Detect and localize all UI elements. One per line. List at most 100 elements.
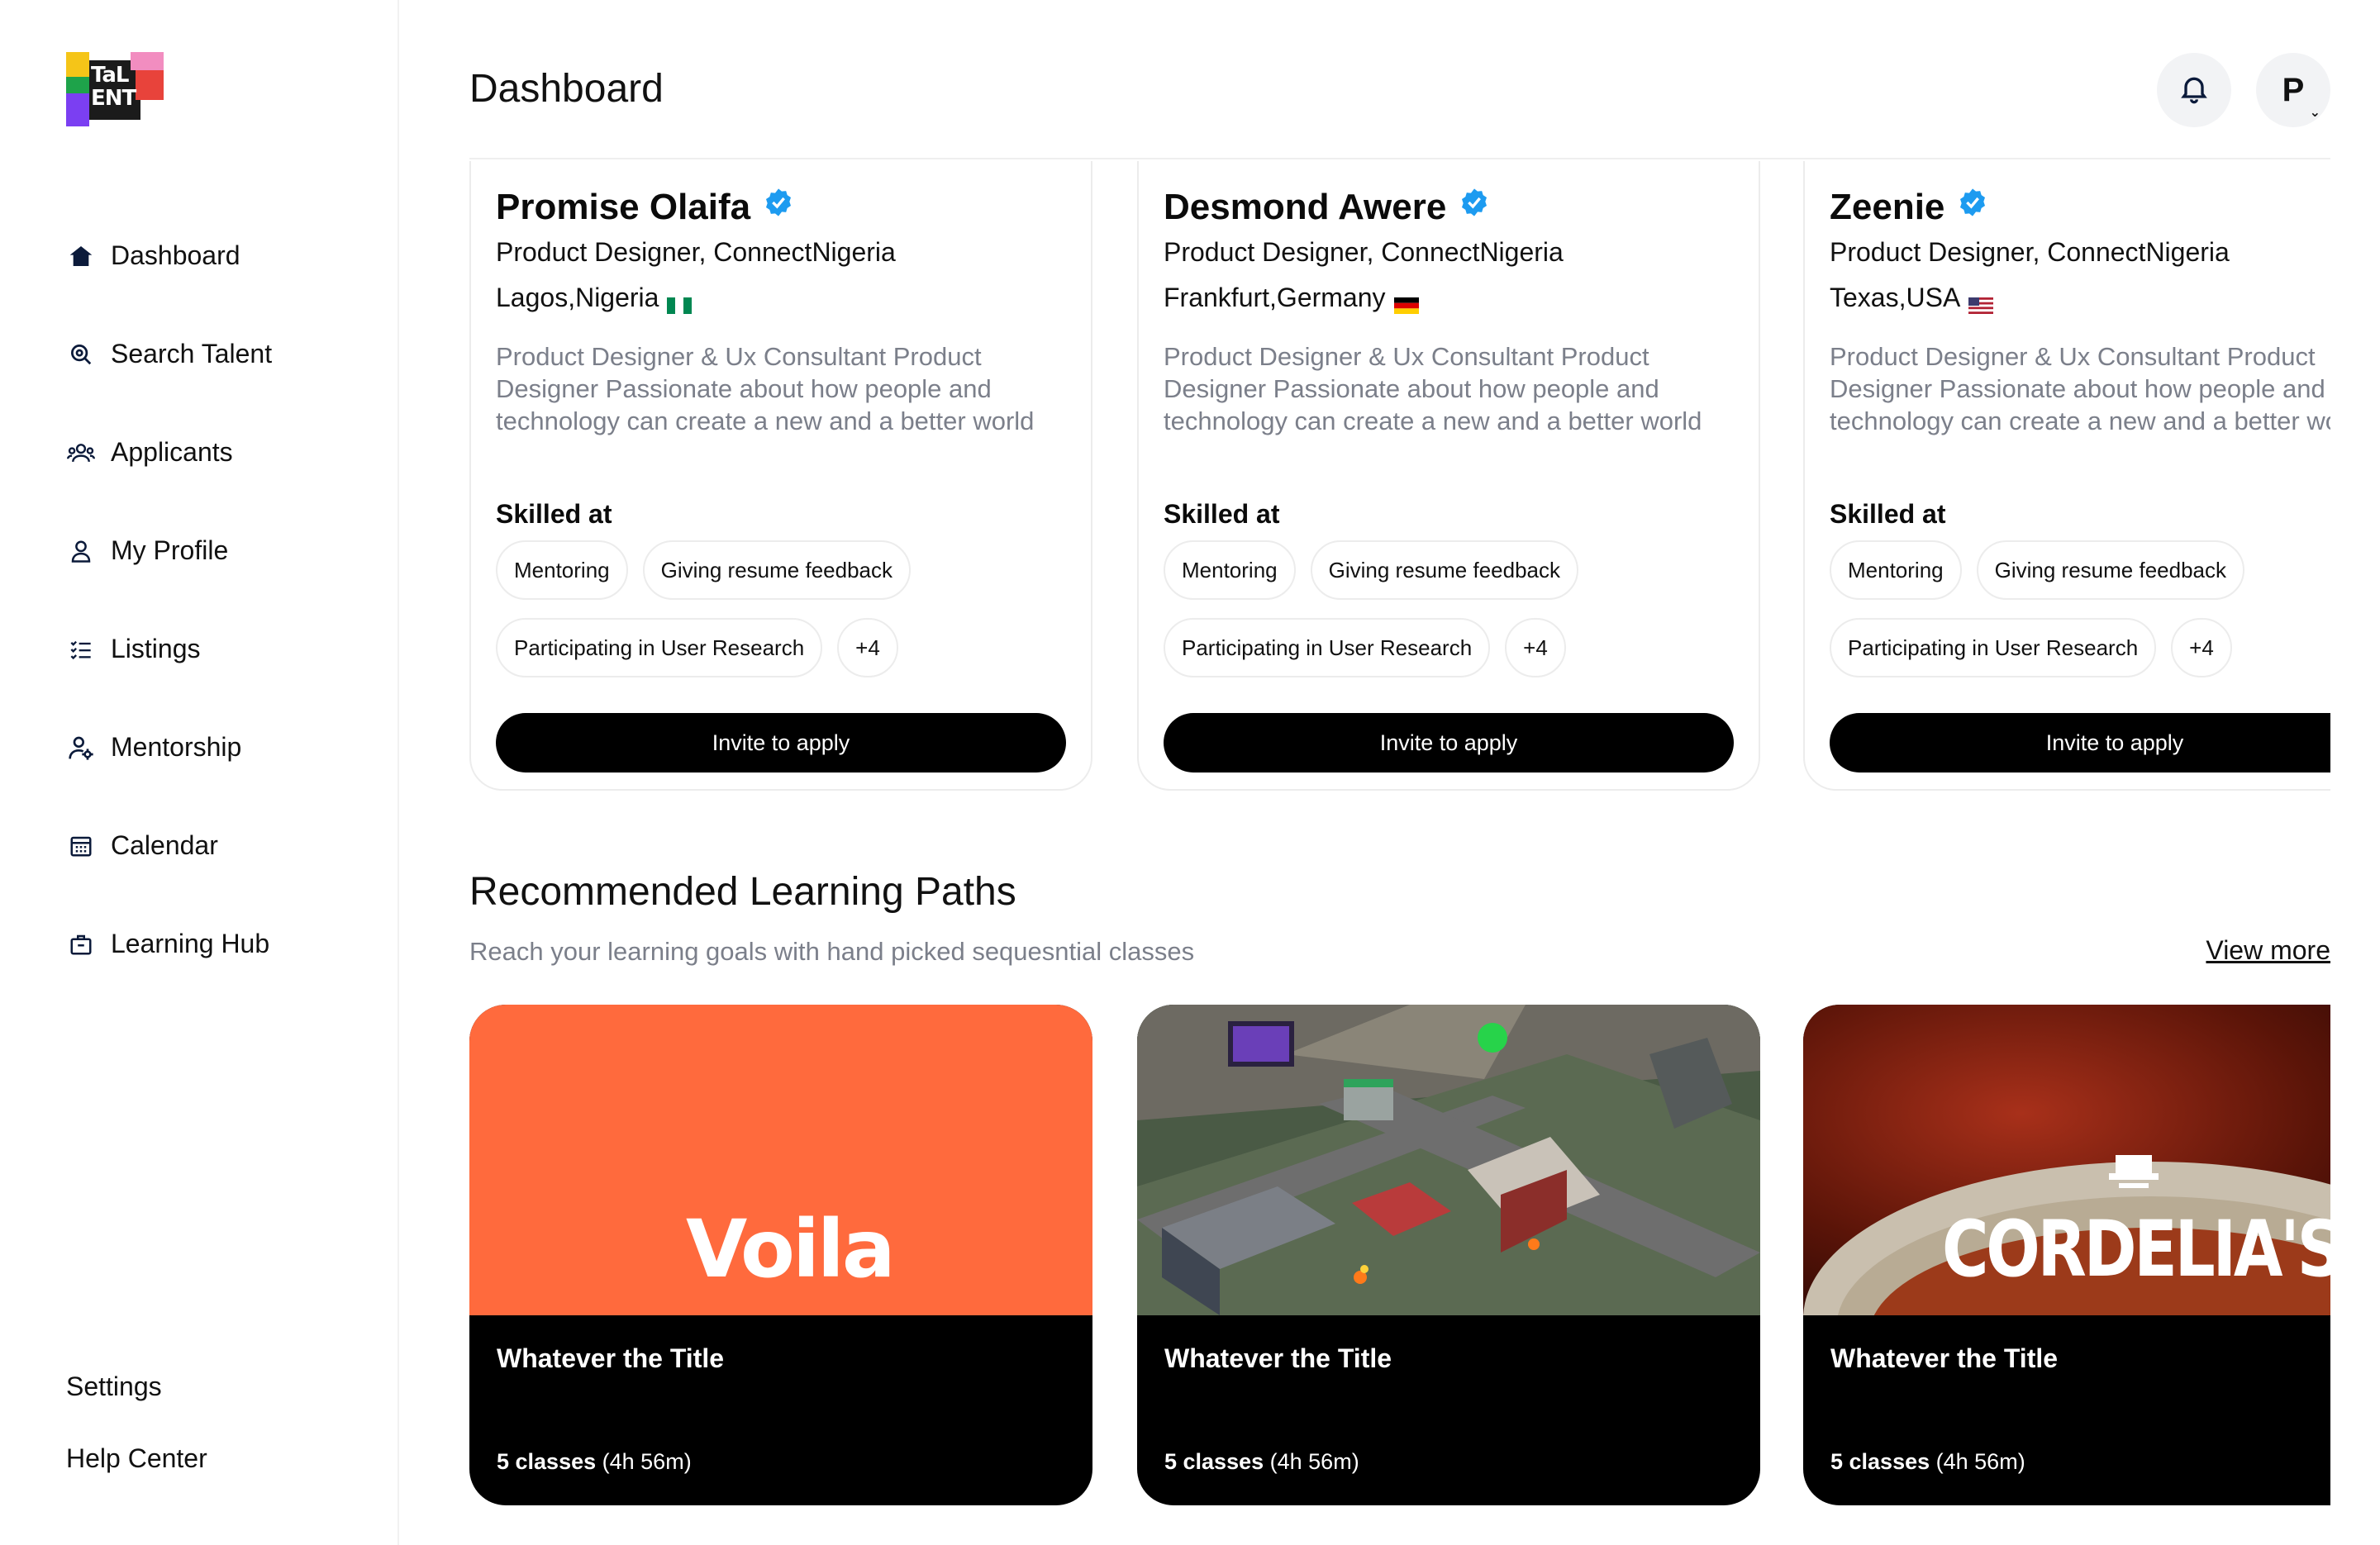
sidebar-item-label: Learning Hub [111,929,270,958]
nigeria-flag-icon [667,290,693,314]
course-thumbnail: CORDELIA'S [1803,1005,2330,1315]
talent-location: Frankfurt,Germany [1164,283,1419,314]
sidebar-item-label: Mentorship [111,732,242,762]
class-count: 5 classes [1830,1449,1930,1474]
course-title: Whatever the Title [1830,1343,2059,1373]
settings-link[interactable]: Settings [66,1371,207,1443]
germany-flag-icon [1393,290,1419,314]
course-thumbnail: Voila [469,1005,1092,1315]
learning-paths-subtitle: Reach your learning goals with hand pick… [469,937,1195,966]
sidebar-item-label: My Profile [111,535,229,565]
learning-card[interactable]: Voila Whatever the Title 5 classes (4h 5… [469,1005,1092,1505]
skill-chips: Mentoring Giving resume feedback Partici… [1830,540,2330,696]
chevron-down-icon: ⌄ [2309,106,2320,120]
skill-chip[interactable]: Participating in User Research [496,618,823,677]
talent-location: Texas,USA [1830,283,1994,314]
course-duration: (4h 56m) [1269,1449,1359,1474]
users-icon [66,438,96,468]
sidebar-item-my-profile[interactable]: My Profile [66,502,272,600]
course-thumbnail [1137,1005,1760,1315]
skill-chip[interactable]: Mentoring [1830,540,1962,600]
sidebar-item-mentorship[interactable]: Mentorship [66,698,272,796]
course-meta: 5 classes (4h 56m) [1830,1449,2025,1475]
verified-badge-icon [762,186,795,228]
talent-role: Product Designer, ConnectNigeria [496,237,896,267]
briefcase-icon [66,929,96,959]
skill-chip[interactable]: Mentoring [1164,540,1296,600]
skill-chip[interactable]: Giving resume feedback [1310,540,1578,600]
search-icon [66,340,96,369]
home-icon [66,241,96,271]
talent-name: Zeenie [1830,186,1945,227]
avatar-initial: P [2282,71,2305,108]
talent-name: Desmond Awere [1164,186,1447,227]
talent-logo[interactable]: TaL ENT [66,52,164,126]
sidebar-item-listings[interactable]: Listings [66,600,272,698]
location-text: Texas,USA [1830,283,1961,312]
course-duration: (4h 56m) [1935,1449,2025,1474]
cordelias-logo: CORDELIA'S [1942,1205,2330,1295]
course-title: Whatever the Title [1164,1343,1392,1373]
talent-cards: Promise Olaifa Product Designer, Connect… [469,161,2330,801]
sidebar-item-label: Listings [111,634,201,663]
invite-to-apply-button[interactable]: Invite to apply [1164,713,1734,772]
talent-location: Lagos,Nigeria [496,283,693,314]
skill-chip[interactable]: Giving resume feedback [1976,540,2244,600]
course-duration: (4h 56m) [602,1449,692,1474]
skill-chip[interactable]: Participating in User Research [1164,618,1491,677]
skilled-at-heading: Skilled at [496,499,612,529]
talent-name-row: Zeenie [1830,186,1989,228]
view-more-link[interactable]: View more [2206,935,2330,966]
talent-name-row: Promise Olaifa [496,186,795,228]
sidebar-nav: Dashboard Search Talent Applicants My Pr… [66,207,272,993]
help-center-link[interactable]: Help Center [66,1443,207,1515]
sidebar-item-label: Dashboard [111,240,240,270]
user-icon [66,536,96,566]
sidebar-item-label: Applicants [111,437,233,467]
sidebar-item-applicants[interactable]: Applicants [66,403,272,502]
invite-to-apply-button[interactable]: Invite to apply [1830,713,2330,772]
checklist-icon [66,635,96,664]
skilled-at-heading: Skilled at [1164,499,1280,529]
skill-chip[interactable]: Participating in User Research [1830,618,2157,677]
location-text: Frankfurt,Germany [1164,283,1386,312]
bell-icon [2178,72,2211,109]
sidebar-item-label: Calendar [111,830,218,860]
class-count: 5 classes [497,1449,597,1474]
sidebar-item-calendar[interactable]: Calendar [66,796,272,895]
sidebar-item-learning-hub[interactable]: Learning Hub [66,895,272,993]
learning-card[interactable]: CORDELIA'S Whatever the Title 5 classes … [1803,1005,2330,1505]
talent-bio: Product Designer & Ux Consultant Product… [1164,342,1702,435]
course-meta: 5 classes (4h 56m) [1164,1449,1359,1475]
skill-chip[interactable]: Mentoring [496,540,628,600]
talent-bio: Product Designer & Ux Consultant Product… [496,342,1035,435]
talent-role: Product Designer, ConnectNigeria [1830,237,2230,267]
talent-name-row: Desmond Awere [1164,186,1491,228]
page-title: Dashboard [469,67,664,111]
learning-paths-title: Recommended Learning Paths [469,870,1016,914]
location-text: Lagos,Nigeria [496,283,659,312]
logo-text-bottom: ENT [91,86,136,111]
learning-card[interactable]: Whatever the Title 5 classes (4h 56m) [1137,1005,1760,1505]
notifications-button[interactable] [2157,53,2231,127]
skill-chips: Mentoring Giving resume feedback Partici… [1164,540,1759,696]
talent-name: Promise Olaifa [496,186,751,227]
user-avatar-button[interactable]: P ⌄ [2256,53,2330,127]
sidebar: TaL ENT Dashboard Search Talent Applicant… [0,0,399,1545]
more-skills-chip[interactable]: +4 [837,618,898,677]
sidebar-item-dashboard[interactable]: Dashboard [66,207,272,305]
sidebar-item-label: Search Talent [111,339,273,368]
verified-badge-icon [1956,186,1989,228]
top-header: Dashboard P ⌄ [469,0,2330,159]
skill-chip[interactable]: Giving resume feedback [642,540,911,600]
skill-chips: Mentoring Giving resume feedback Partici… [496,540,1091,696]
invite-to-apply-button[interactable]: Invite to apply [496,713,1066,772]
usa-flag-icon [1968,290,1994,314]
more-skills-chip[interactable]: +4 [2171,618,2232,677]
sidebar-bottom-links: Settings Help Center [66,1371,207,1515]
talent-card: Desmond Awere Product Designer, ConnectN… [1137,161,1760,791]
skilled-at-heading: Skilled at [1830,499,1946,529]
more-skills-chip[interactable]: +4 [1505,618,1566,677]
course-meta: 5 classes (4h 56m) [497,1449,692,1475]
sidebar-item-search-talent[interactable]: Search Talent [66,305,272,403]
